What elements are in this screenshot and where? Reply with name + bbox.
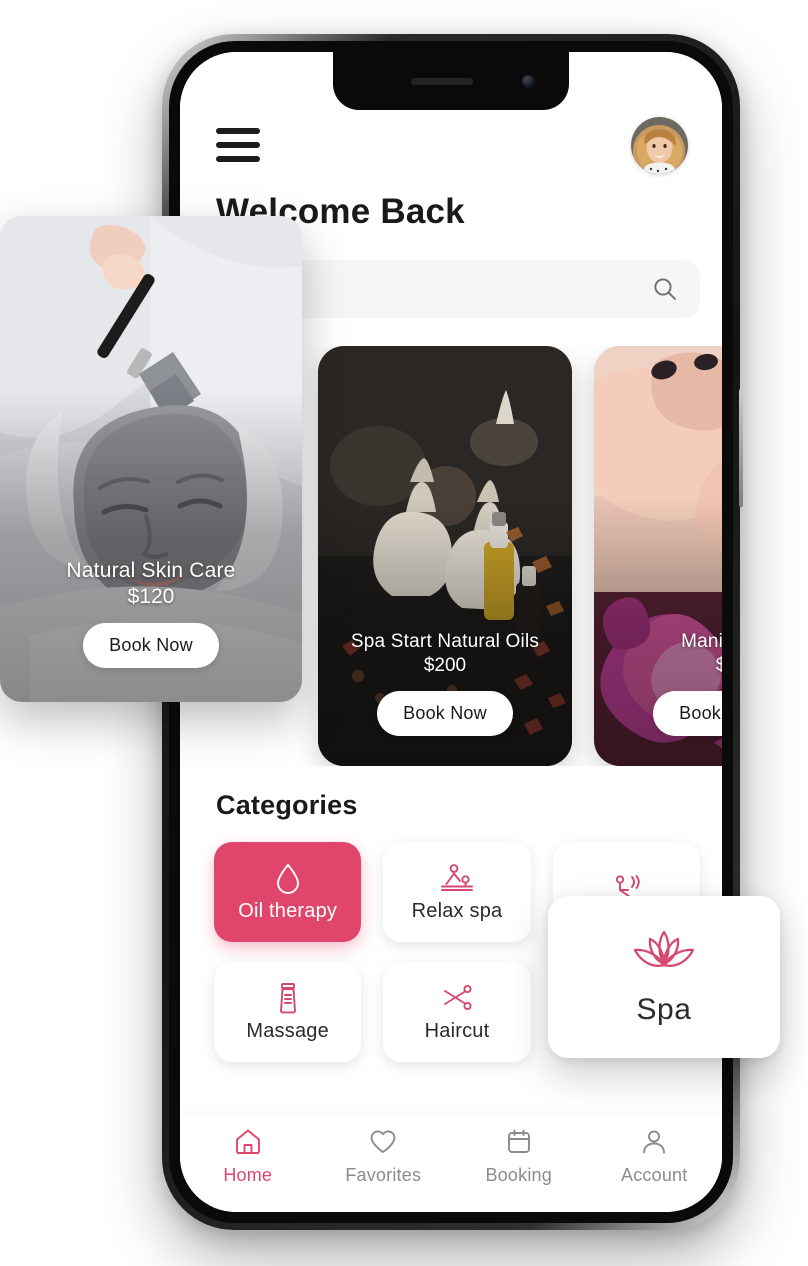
promo-card-body: Natural Skin Care $120 Book Now xyxy=(0,559,302,668)
promo-card-price: $200 xyxy=(423,655,467,676)
person-icon xyxy=(640,1128,668,1160)
hamburger-bar xyxy=(216,156,260,162)
category-label: Relax spa xyxy=(411,899,503,922)
home-icon xyxy=(234,1128,262,1160)
calendar-icon xyxy=(505,1128,533,1160)
screenshot-stage: Welcome Back Spa Start Natural Oils $200… xyxy=(0,0,808,1266)
nav-label: Booking xyxy=(485,1165,552,1185)
nav-item-account[interactable]: Account xyxy=(614,1128,694,1186)
book-now-button[interactable]: Book Now xyxy=(83,623,219,668)
category-item-oil-therapy[interactable]: Oil therapy xyxy=(214,842,362,942)
promo-card-title: Spa Start Natural Oils xyxy=(350,631,540,652)
floating-promo-card-skin-care[interactable]: Natural Skin Care $120 Book Now xyxy=(0,216,302,702)
nav-item-favorites[interactable]: Favorites xyxy=(343,1128,423,1186)
nav-label: Account xyxy=(621,1165,688,1185)
promo-card-price: $ xyxy=(715,655,722,676)
search-icon[interactable] xyxy=(652,276,678,302)
hamburger-menu-icon[interactable] xyxy=(216,128,260,162)
nav-label: Home xyxy=(223,1165,273,1185)
nav-item-home[interactable]: Home xyxy=(208,1128,288,1186)
category-label: Haircut xyxy=(424,1019,490,1042)
category-item-haircut[interactable]: Haircut xyxy=(383,962,531,1062)
nav-item-booking[interactable]: Booking xyxy=(479,1128,559,1186)
nav-label: Favorites xyxy=(345,1165,422,1185)
heart-icon xyxy=(369,1128,397,1160)
promo-card-price: $120 xyxy=(127,585,175,608)
app-top-bar xyxy=(180,110,722,180)
book-now-button[interactable]: Book Now xyxy=(653,691,722,736)
avatar[interactable] xyxy=(631,116,688,174)
spa-card-label: Spa xyxy=(636,992,692,1026)
categories-heading: Categories xyxy=(216,790,358,820)
promo-card[interactable]: Manicure $ Book Now xyxy=(594,346,722,766)
category-label: Massage xyxy=(246,1019,329,1042)
promo-card-body: Manicure $ Book Now xyxy=(594,631,722,736)
book-now-button[interactable]: Book Now xyxy=(377,691,513,736)
scissors-icon xyxy=(440,982,474,1014)
oil-drop-icon xyxy=(274,862,302,894)
hamburger-bar xyxy=(216,128,260,134)
promo-card-body: Spa Start Natural Oils $200 Book Now xyxy=(318,631,572,736)
category-item-relax-spa[interactable]: Relax spa xyxy=(383,842,531,942)
promo-card-title: Manicure xyxy=(681,631,722,652)
promo-card-title: Natural Skin Care xyxy=(66,559,236,582)
phone-power-button[interactable] xyxy=(739,389,743,507)
phone-notch xyxy=(333,52,569,110)
bottom-navigation-bar: Home Favorites Booking Account xyxy=(180,1116,722,1212)
hamburger-bar xyxy=(216,142,260,148)
lotion-tube-icon xyxy=(276,982,300,1014)
category-label: Oil therapy xyxy=(238,899,338,922)
massage-table-icon xyxy=(438,862,476,894)
promo-card[interactable]: Spa Start Natural Oils $200 Book Now xyxy=(318,346,572,766)
floating-category-card-spa[interactable]: Spa xyxy=(548,896,780,1058)
front-camera-icon xyxy=(522,75,535,88)
category-item-massage[interactable]: Massage xyxy=(214,962,362,1062)
earpiece-speaker-icon xyxy=(410,78,473,85)
lotus-flower-icon xyxy=(631,928,697,983)
avatar-image xyxy=(631,116,688,174)
